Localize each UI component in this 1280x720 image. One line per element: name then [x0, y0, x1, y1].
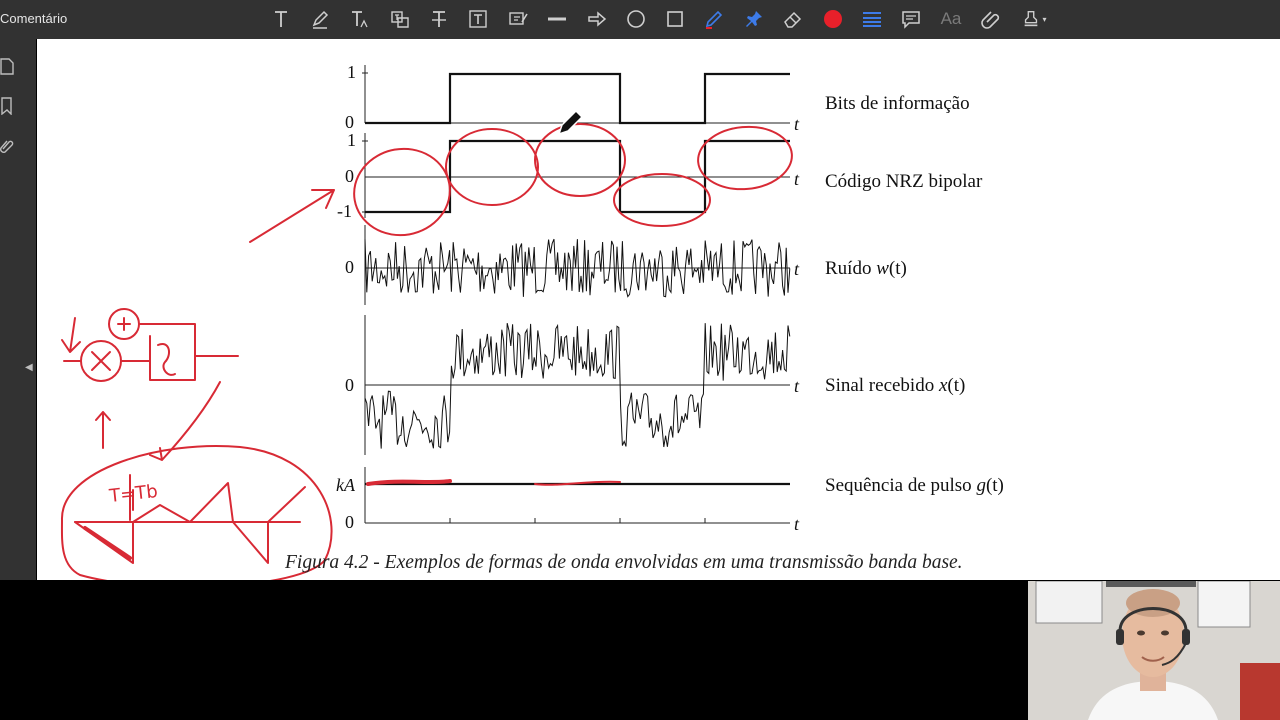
tick-zero: 0 — [345, 375, 354, 395]
time-label: t — [794, 376, 800, 396]
label-pulse: Sequência de pulso g(t) — [825, 475, 1004, 496]
textbox-icon — [469, 10, 487, 28]
label-nrz: Código NRZ bipolar — [825, 171, 983, 192]
chevron-down-icon: ▾ — [1042, 14, 1047, 24]
text-edit-tool[interactable] — [505, 6, 531, 32]
comment-tool[interactable] — [898, 6, 924, 32]
webcam-overlay — [1028, 581, 1280, 720]
left-sidebar: ◀ — [0, 39, 36, 580]
attach-icon — [981, 11, 1000, 29]
figure-caption: Figura 4.2 - Exemplos de formas de onda … — [285, 552, 963, 573]
attach-tool[interactable] — [978, 6, 1004, 32]
text-replace-tool[interactable] — [387, 6, 413, 32]
label-bits: Bits de informação — [825, 93, 970, 114]
strikethrough-tool[interactable] — [426, 6, 452, 32]
stamp-tool[interactable]: ▾ — [1017, 6, 1051, 32]
annotation-circle — [353, 147, 451, 237]
stamp-icon — [1025, 11, 1038, 27]
text-size-icon — [352, 11, 368, 28]
time-label: t — [794, 514, 800, 534]
time-label: t — [794, 259, 800, 279]
line-icon — [548, 17, 566, 21]
annotation-label: T=Tb — [107, 481, 158, 507]
text-size-tool[interactable] — [347, 6, 373, 32]
annotation-circle — [697, 125, 793, 191]
line-weight-tool[interactable] — [859, 6, 885, 32]
text-edit-icon — [509, 12, 528, 25]
rectangle-tool[interactable] — [662, 6, 688, 32]
highlighter-icon — [312, 10, 329, 29]
document-page: T=Tb 1 0 1 0 -1 0 0 kA 0 t t t t t Bits … — [37, 39, 1280, 580]
tick-zero: 0 — [345, 512, 354, 532]
collapse-arrow-icon[interactable]: ◀ — [25, 362, 33, 373]
annotation-toolbar: Comentário Aa ▾ — [0, 0, 1280, 39]
color-tool[interactable] — [820, 6, 846, 32]
toolbar-title: Comentário — [0, 11, 68, 26]
time-label: t — [794, 114, 800, 134]
text-replace-icon — [391, 11, 409, 28]
tick-minus-one: -1 — [337, 201, 352, 221]
text-tool[interactable] — [268, 6, 294, 32]
annotation-circle — [613, 173, 711, 227]
tick-one: 1 — [347, 62, 356, 82]
waveform-figure: T=Tb — [60, 65, 793, 580]
pencil-cursor-icon — [557, 109, 584, 136]
arrow-icon — [588, 11, 607, 27]
pencil-icon — [705, 10, 723, 29]
time-tick — [449, 518, 706, 523]
label-received: Sinal recebido x(t) — [825, 375, 966, 396]
line-weight-icon — [863, 12, 881, 27]
text-icon — [275, 11, 287, 27]
font-icon: Aa — [940, 9, 962, 28]
annotation-stroke — [366, 479, 452, 486]
bookmark-icon[interactable] — [0, 97, 14, 115]
ellipse-tool[interactable] — [623, 6, 649, 32]
arrow-tool[interactable] — [584, 6, 610, 32]
pencil-tool[interactable] — [701, 6, 727, 32]
eraser-tool[interactable] — [780, 6, 806, 32]
pin-icon — [746, 11, 762, 27]
annotation-arrow — [249, 189, 335, 243]
received-waveform — [364, 322, 791, 449]
textbox-tool[interactable] — [465, 6, 491, 32]
tick-one: 1 — [347, 130, 356, 150]
font-tool[interactable]: Aa — [938, 6, 964, 32]
comment-icon — [902, 11, 920, 29]
time-label: t — [794, 169, 800, 189]
line-tool[interactable] — [544, 6, 570, 32]
label-noise: Ruído w(t) — [825, 258, 907, 279]
handwritten-annotations — [60, 123, 793, 580]
circle-icon — [627, 10, 645, 28]
pages-icon[interactable] — [0, 57, 14, 75]
pin-tool[interactable] — [741, 6, 767, 32]
tick-zero: 0 — [345, 166, 354, 186]
webcam-presenter-image — [1028, 581, 1280, 720]
highlight-tool[interactable] — [307, 6, 333, 32]
color-dot-icon — [824, 10, 842, 28]
attachment-icon[interactable] — [0, 137, 14, 155]
eraser-icon — [784, 11, 802, 28]
tick-kA: kA — [336, 475, 355, 495]
strikethrough-icon — [432, 11, 446, 27]
tick-zero: 0 — [345, 257, 354, 277]
square-icon — [667, 11, 683, 27]
